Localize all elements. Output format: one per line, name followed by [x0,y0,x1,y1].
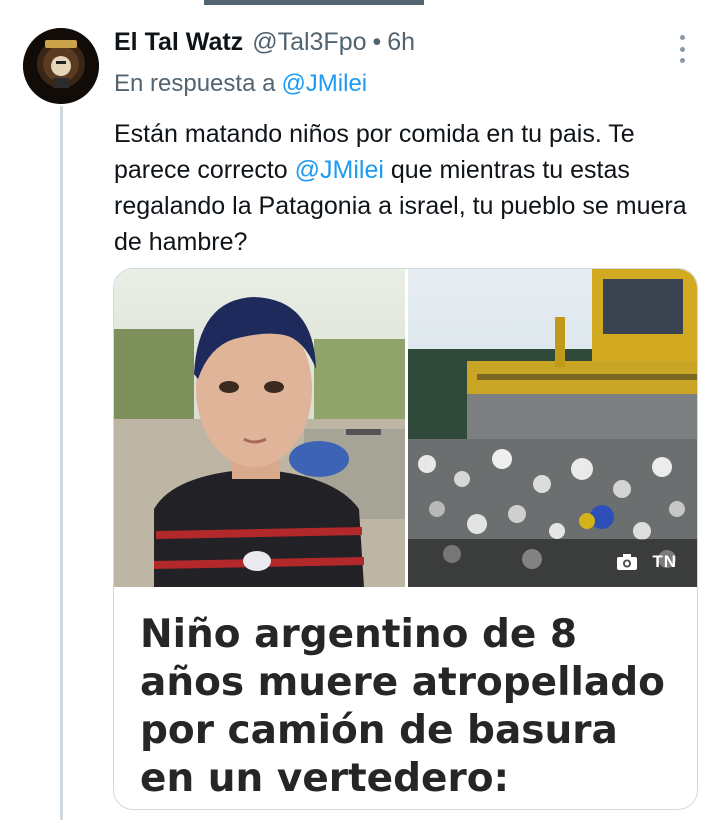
credit-label: TN [652,552,677,571]
reply-mention-link[interactable]: @JMilei [281,70,367,97]
author-display-name[interactable]: El Tal Watz [114,28,243,57]
reply-context: En respuesta a @JMilei [114,70,367,98]
landfill-photo[interactable] [407,269,697,587]
avatar[interactable] [23,28,99,104]
more-vertical-icon[interactable] [668,32,696,66]
tweet-time[interactable]: 6h [387,28,415,57]
child-photo[interactable] [114,269,407,587]
photo-divider [405,269,408,587]
camera-icon [617,554,638,570]
top-scroll-indicator [204,0,424,5]
tweet-text: Están matando niños por comida en tu pai… [114,116,704,260]
news-headline: Niño argentino de 8 años muere atropella… [140,612,665,809]
tweet-mention-link[interactable]: @JMilei [295,156,384,184]
header-separator: • [372,28,382,56]
thread-connector-line [60,106,63,820]
media-card[interactable]: TN Niño argentino de 8 años muere atrope… [113,268,698,810]
author-handle[interactable]: @Tal3Fpo [252,28,366,57]
photo-credit: TN [616,552,677,572]
reply-prefix: En respuesta a [114,70,276,97]
tweet-header: El Tal Watz @Tal3Fpo • 6h [114,28,415,64]
